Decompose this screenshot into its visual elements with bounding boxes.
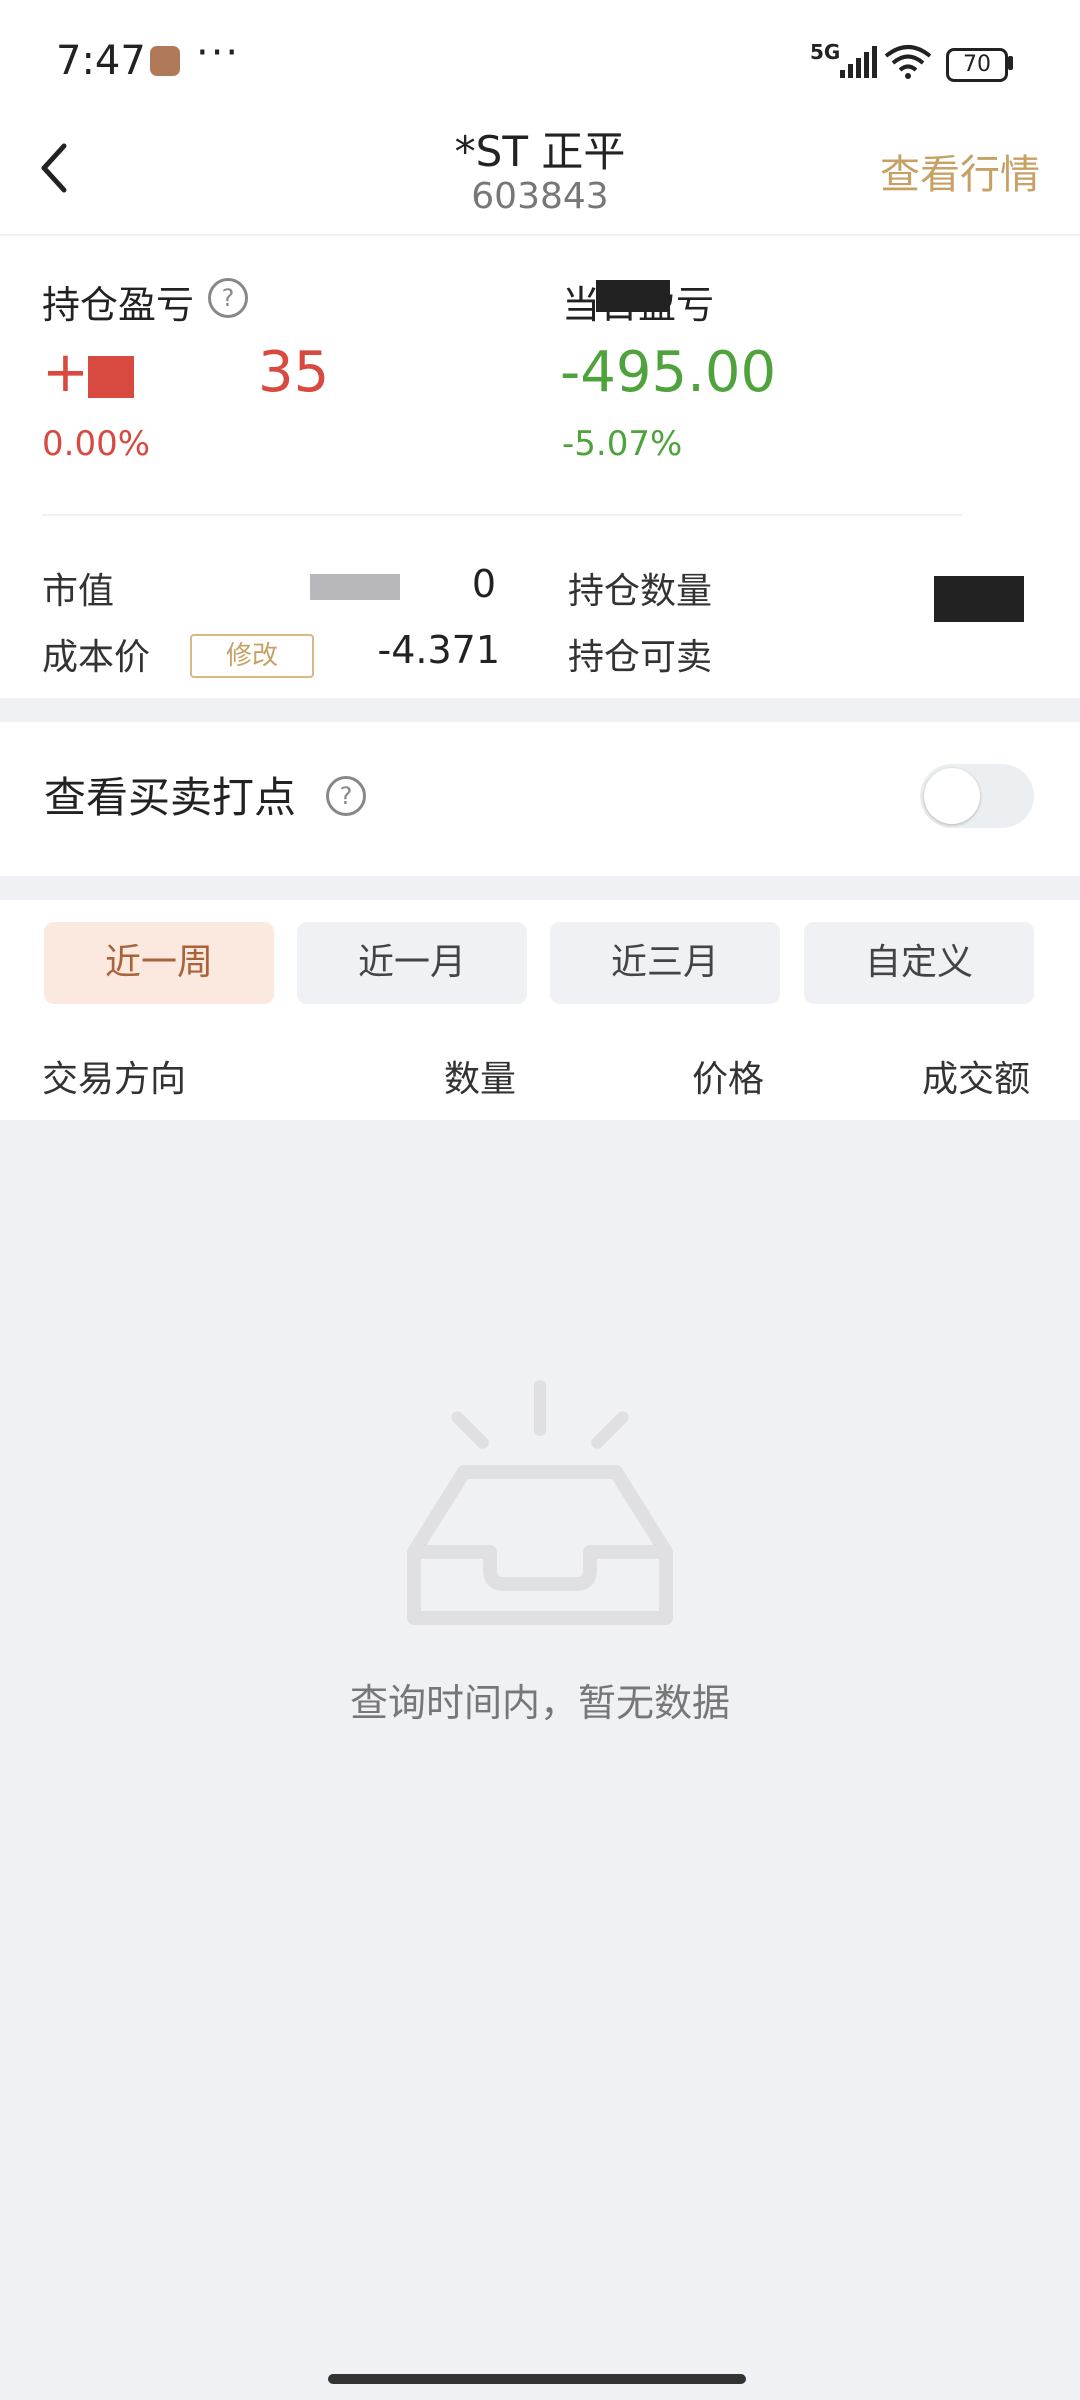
notification-app-icon	[150, 46, 180, 76]
holding-sellable-label: 持仓可卖	[568, 637, 713, 678]
holding-qty-label: 持仓数量	[568, 571, 713, 612]
help-icon[interactable]: ?	[326, 776, 366, 816]
redacted-block	[934, 576, 1024, 622]
wifi-icon	[884, 45, 932, 79]
trade-points-label: 查看买卖打点	[44, 773, 297, 822]
summary-divider	[42, 514, 962, 516]
more-notifications-icon: ···	[196, 30, 241, 76]
view-quote-link[interactable]: 查看行情	[880, 142, 1040, 200]
col-amount: 成交额	[922, 1059, 1031, 1100]
status-time: 7:47	[56, 38, 146, 84]
battery-icon: 70	[946, 48, 1008, 82]
signal-icon	[840, 46, 877, 78]
battery-tip	[1008, 56, 1013, 70]
cost-price-value: -4.371	[377, 628, 501, 672]
help-icon[interactable]: ?	[208, 278, 248, 318]
today-pl-pct: -5.07%	[562, 424, 683, 464]
redacted-block	[310, 574, 400, 600]
tab-week[interactable]: 近一周	[44, 922, 274, 1004]
col-price: 价格	[692, 1059, 765, 1100]
market-value-label: 市值	[42, 571, 115, 612]
home-indicator[interactable]	[328, 2374, 746, 2384]
position-pl-sign: +	[42, 340, 89, 405]
col-quantity: 数量	[444, 1059, 517, 1100]
market-value: 0	[471, 562, 496, 606]
tab-custom[interactable]: 自定义	[804, 922, 1034, 1004]
toggle-knob	[924, 768, 980, 824]
edit-cost-button[interactable]: 修改	[190, 634, 314, 678]
today-pl-value: -495.00	[560, 340, 777, 405]
position-pl-value: 35	[258, 340, 330, 405]
redacted-block	[88, 356, 134, 398]
cost-price-label: 成本价	[42, 637, 151, 678]
col-direction: 交易方向	[42, 1059, 187, 1100]
empty-inbox-icon	[407, 1380, 673, 1625]
tab-month[interactable]: 近一月	[297, 922, 527, 1004]
network-type: 5G	[810, 40, 841, 64]
position-pl-label: 持仓盈亏	[42, 283, 195, 327]
redacted-block	[596, 280, 670, 312]
tab-three-months[interactable]: 近三月	[550, 922, 780, 1004]
position-pl-pct: 0.00%	[42, 424, 151, 464]
empty-state-message: 查询时间内，暂无数据	[349, 1681, 730, 1725]
